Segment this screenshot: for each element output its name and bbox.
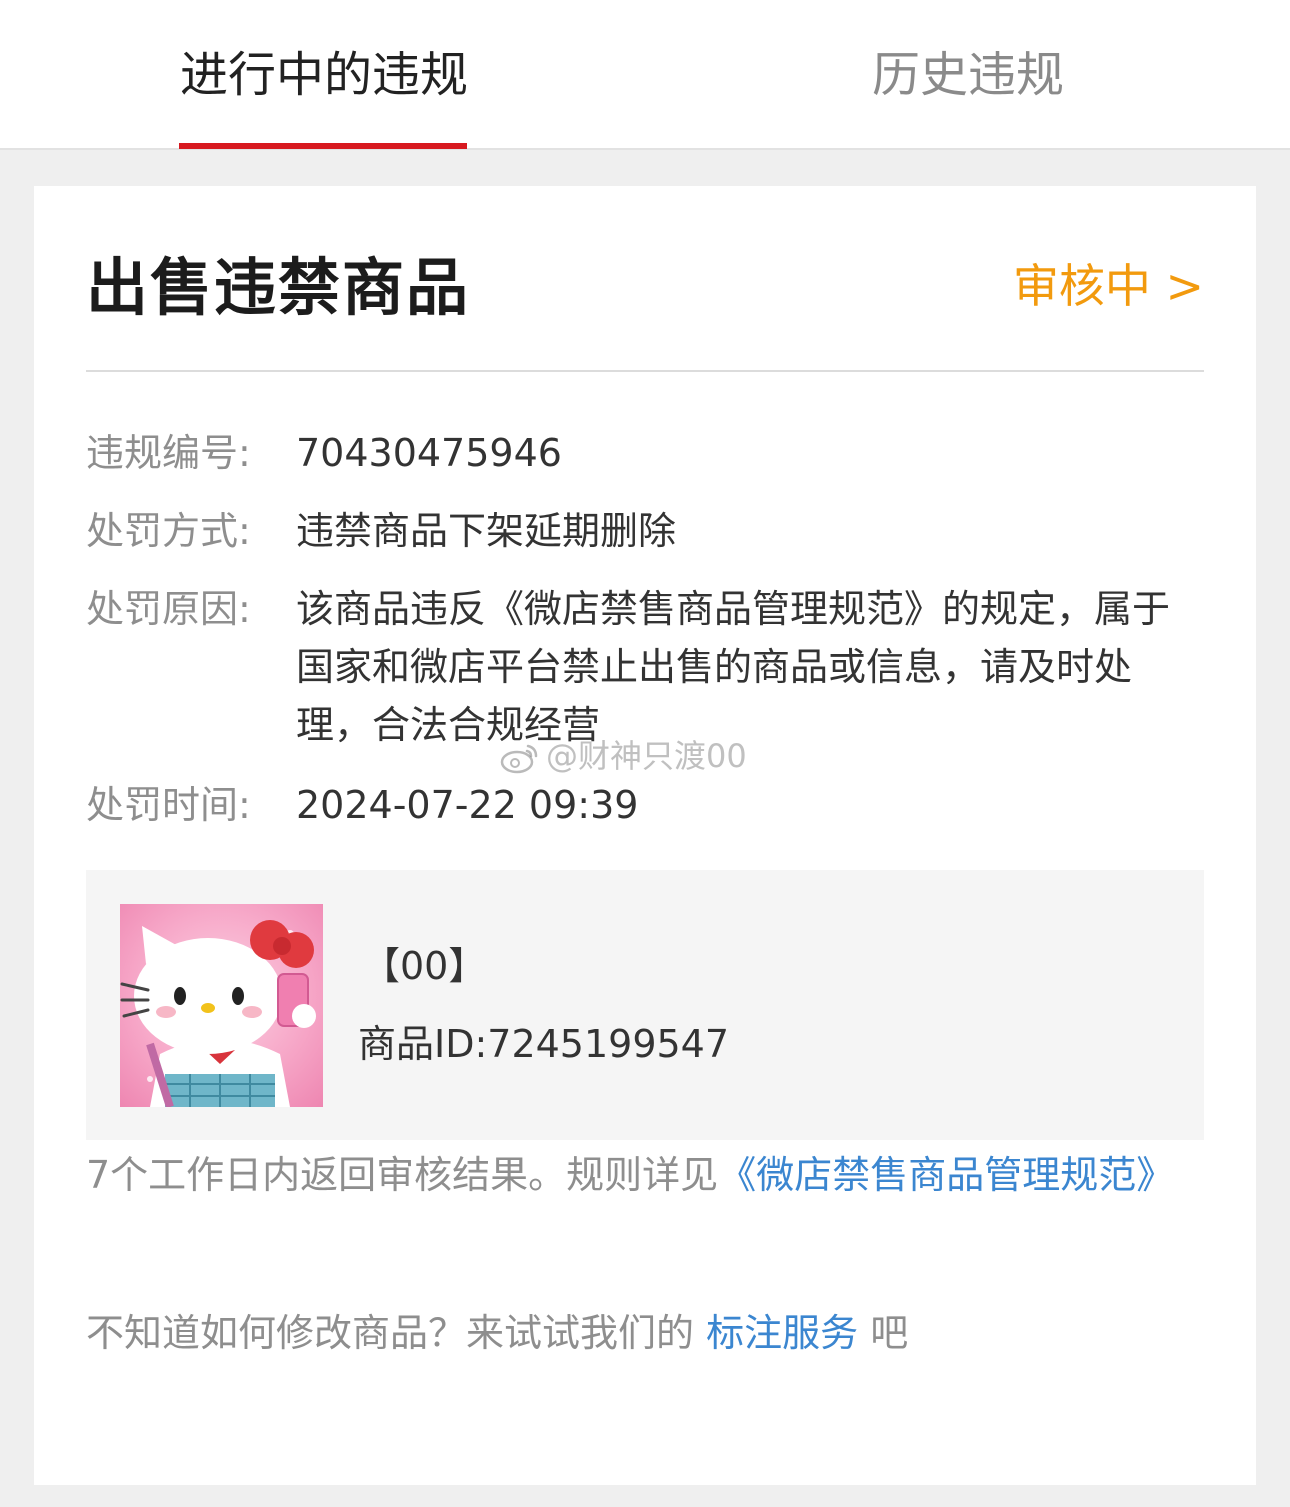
- annotation-service-link[interactable]: 标注服务: [706, 1311, 858, 1355]
- field-label: 违规编号:: [86, 431, 251, 475]
- review-notice: 7个工作日内返回审核结果。规则详见《微店禁售商品管理规范》: [86, 1144, 1216, 1206]
- penalty-method-value: 违禁商品下架延期删除: [296, 509, 677, 553]
- tab-ongoing-violations[interactable]: 进行中的违规: [180, 42, 468, 108]
- review-status-link[interactable]: 审核中 >: [1013, 256, 1204, 316]
- penalty-reason-value: 该商品违反《微店禁售商品管理规范》的规定，属于国家和微店平台禁止出售的商品或信息…: [296, 587, 1171, 747]
- divider: [86, 370, 1204, 372]
- field-label: 处罚方式:: [86, 509, 251, 553]
- product-thumbnail: [120, 904, 323, 1107]
- help-suffix: 吧: [858, 1311, 909, 1355]
- tab-history-violations[interactable]: 历史违规: [872, 42, 1064, 108]
- hello-kitty-image: [120, 920, 316, 1107]
- field-label: 处罚原因:: [86, 587, 251, 631]
- violation-card: 出售违禁商品 审核中 > 违规编号: 70430475946 处罚方式: 违禁商…: [34, 186, 1256, 1485]
- violation-number-value: 70430475946: [296, 431, 562, 475]
- watermark-text: @财神只渡00: [546, 737, 747, 775]
- help-text: 不知道如何修改商品？来试试我们的 标注服务 吧: [86, 1304, 1204, 1362]
- product-name: 【00】: [362, 944, 487, 988]
- help-prefix: 不知道如何修改商品？来试试我们的: [86, 1311, 707, 1355]
- active-tab-indicator: [179, 143, 467, 149]
- field-label: 处罚时间:: [86, 783, 251, 827]
- rules-link[interactable]: 《微店禁售商品管理规范》: [718, 1153, 1174, 1197]
- product-card[interactable]: 【00】 商品ID:7245199547: [86, 870, 1204, 1140]
- penalty-time-value: 2024-07-22 09:39: [296, 783, 639, 827]
- product-id: 商品ID:7245199547: [358, 1022, 730, 1066]
- review-notice-text: 7个工作日内返回审核结果。规则详见: [86, 1153, 719, 1197]
- violation-tabs: 进行中的违规 历史违规: [0, 0, 1290, 150]
- watermark: @财神只渡00: [500, 732, 747, 780]
- violation-title: 出售违禁商品: [86, 251, 471, 324]
- weibo-logo-icon: [500, 744, 538, 774]
